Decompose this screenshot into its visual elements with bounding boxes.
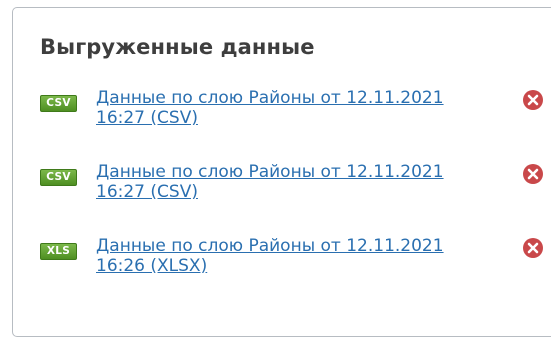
export-item: CSV Данные по слою Районы от 12.11.2021 … [13, 162, 551, 212]
export-item: CSV Данные по слою Районы от 12.11.2021 … [13, 88, 551, 138]
panel-title: Выгруженные данные [40, 35, 315, 59]
export-link-line2: 16:26 (XLSX) [96, 256, 208, 276]
export-download-link[interactable]: Данные по слою Районы от 12.11.2021 16:2… [96, 162, 486, 202]
delete-export-button[interactable] [522, 163, 544, 185]
delete-circle-x-icon [523, 90, 543, 110]
export-download-link[interactable]: Данные по слою Районы от 12.11.2021 16:2… [96, 236, 486, 276]
xls-file-icon: XLS [40, 243, 77, 260]
export-link-line2: 16:27 (CSV) [96, 182, 198, 202]
export-download-link[interactable]: Данные по слою Районы от 12.11.2021 16:2… [96, 88, 486, 128]
csv-file-icon: CSV [40, 169, 77, 186]
delete-export-button[interactable] [522, 89, 544, 111]
export-link-line1: Данные по слою Районы от 12.11.2021 [96, 236, 444, 256]
export-link-line1: Данные по слою Районы от 12.11.2021 [96, 162, 444, 182]
delete-circle-x-icon [523, 164, 543, 184]
exported-data-panel: Выгруженные данные CSV Данные по слою Ра… [12, 7, 551, 337]
delete-circle-x-icon [523, 238, 543, 258]
export-link-line2: 16:27 (CSV) [96, 108, 198, 128]
export-link-line1: Данные по слою Районы от 12.11.2021 [96, 88, 444, 108]
csv-file-icon: CSV [40, 95, 77, 112]
export-item: XLS Данные по слою Районы от 12.11.2021 … [13, 236, 551, 286]
delete-export-button[interactable] [522, 237, 544, 259]
